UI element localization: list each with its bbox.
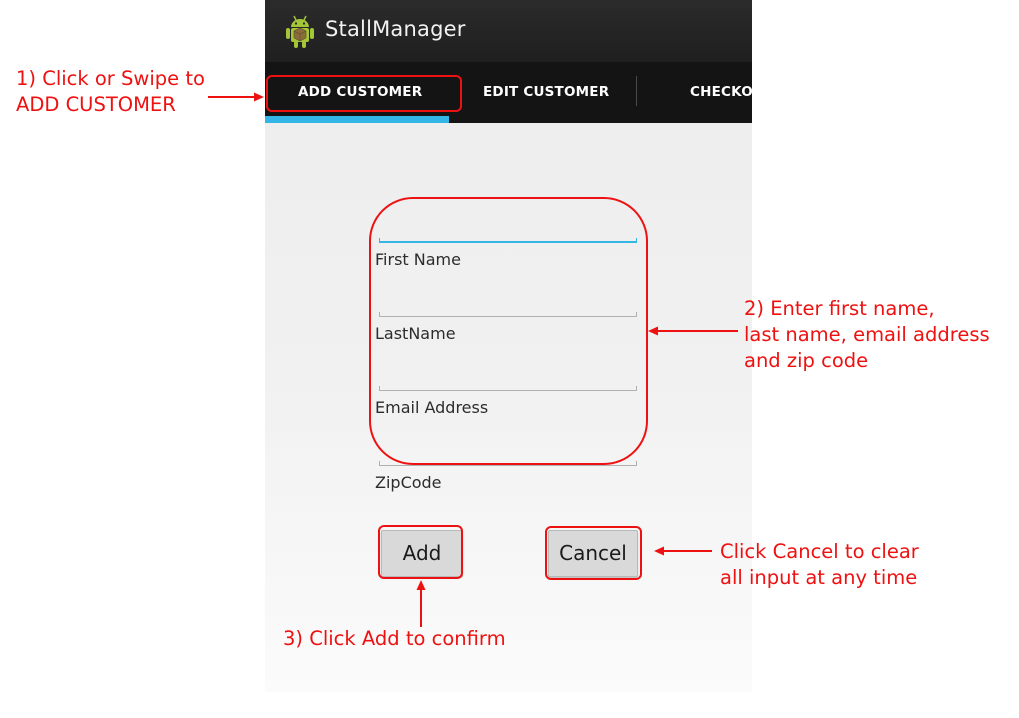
- step-1-line: 1) Click or Swipe to: [16, 67, 205, 90]
- zip-code-label: ZipCode: [375, 473, 442, 492]
- selected-tab-indicator: [265, 116, 449, 123]
- form-fields-highlight: [369, 197, 648, 465]
- step-2-line: last name, email address: [744, 323, 990, 346]
- cancel-note-line: all input at any time: [720, 566, 918, 589]
- cancel-note-line: Click Cancel to clear: [720, 540, 919, 563]
- app-title: StallManager: [325, 17, 466, 41]
- step-2-line: 2) Enter first name,: [744, 297, 935, 320]
- cancel-annotation: Click Cancel to clear all input at any t…: [720, 539, 919, 591]
- add-customer-tab-highlight: [266, 75, 462, 112]
- tab-checkout[interactable]: CHECKOUT: [690, 84, 752, 100]
- action-bar: StallManager: [265, 0, 752, 62]
- android-robot-icon: [286, 15, 314, 48]
- add-button-highlight: [378, 525, 463, 579]
- step-2-annotation: 2) Enter first name, last name, email ad…: [744, 296, 990, 374]
- step-1-annotation: 1) Click or Swipe to ADD CUSTOMER: [16, 66, 205, 118]
- step-3-annotation: 3) Click Add to confirm: [283, 627, 506, 650]
- step-2-line: and zip code: [744, 349, 869, 372]
- tab-divider: [636, 76, 637, 106]
- cancel-button-highlight: [545, 526, 642, 580]
- step-1-line: ADD CUSTOMER: [16, 93, 176, 116]
- tab-edit-customer[interactable]: EDIT CUSTOMER: [483, 84, 609, 100]
